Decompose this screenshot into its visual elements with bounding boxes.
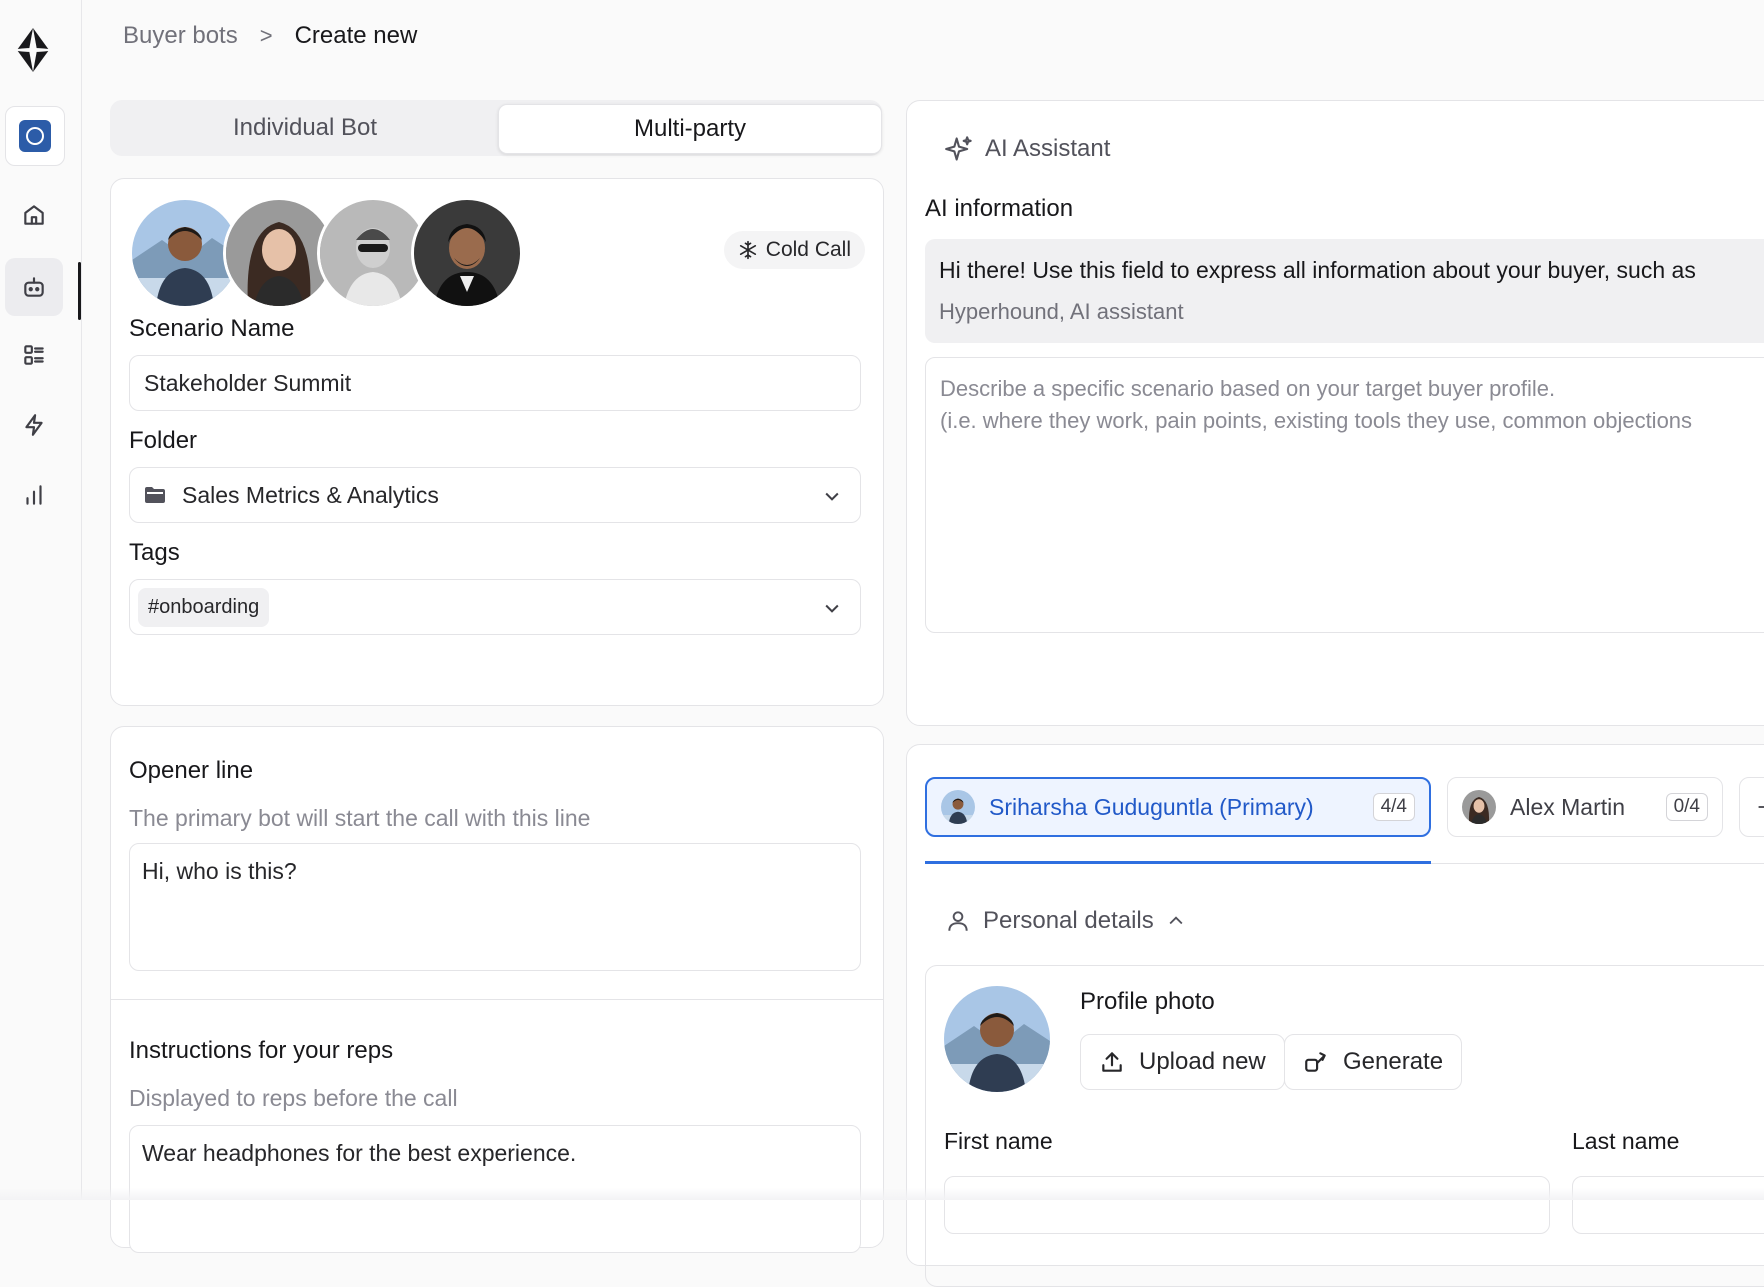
list-icon bbox=[24, 345, 44, 365]
chevron-up-icon bbox=[1169, 916, 1183, 925]
first-name-input[interactable] bbox=[944, 1176, 1550, 1234]
sidebar-item-flash[interactable] bbox=[5, 396, 63, 454]
bot-tab-name: Alex Martin bbox=[1510, 793, 1626, 820]
bot-tab-count: 4/4 bbox=[1372, 793, 1415, 821]
ai-information-label: AI information bbox=[925, 195, 1074, 222]
profile-photo bbox=[944, 986, 1050, 1092]
snowflake-icon bbox=[739, 240, 756, 260]
bot-tab-name: Sriharsha Guduguntla (Primary) bbox=[989, 793, 1314, 820]
last-name-input[interactable] bbox=[1572, 1176, 1764, 1234]
opener-card: Opener line The primary bot will start t… bbox=[110, 726, 884, 1253]
folder-label: Folder bbox=[129, 427, 198, 454]
tags-select[interactable]: #onboarding bbox=[129, 579, 861, 635]
upload-new-label: Upload new bbox=[1139, 1048, 1266, 1075]
mode-tabs: Individual Bot Multi-party bbox=[110, 100, 882, 156]
add-bot-button[interactable] bbox=[1739, 777, 1764, 837]
workspace-icon bbox=[19, 120, 51, 152]
tag-chip[interactable]: #onboarding bbox=[138, 587, 270, 627]
active-tab-underline bbox=[925, 861, 1431, 864]
logo-icon[interactable] bbox=[9, 26, 57, 74]
upload-icon bbox=[1102, 1052, 1122, 1072]
bot-tab-alex-martin[interactable]: Alex Martin 0/4 bbox=[1447, 777, 1723, 837]
generate-label: Generate bbox=[1343, 1048, 1444, 1075]
profile-photo-label: Profile photo bbox=[1080, 988, 1215, 1015]
bot-tab-count: 0/4 bbox=[1665, 793, 1708, 821]
breadcrumb-separator: > bbox=[259, 23, 273, 48]
opener-subtitle: The primary bot will start the call with… bbox=[129, 805, 591, 831]
bot-icon bbox=[24, 277, 44, 297]
chevron-down-icon bbox=[825, 492, 839, 501]
breadcrumb-parent[interactable]: Buyer bots bbox=[123, 22, 238, 50]
cold-call-badge[interactable]: Cold Call bbox=[723, 231, 865, 269]
personal-details-title: Personal details bbox=[983, 907, 1154, 934]
tags-label: Tags bbox=[129, 539, 180, 566]
avatar bbox=[941, 790, 975, 824]
placeholder-line-2: (i.e. where they work, pain points, exis… bbox=[940, 408, 1693, 433]
sidebar bbox=[0, 0, 82, 1200]
workspace-switcher[interactable] bbox=[5, 106, 65, 166]
plus-icon bbox=[1758, 806, 1764, 808]
sparkle-icon bbox=[945, 136, 972, 161]
personal-details-toggle[interactable]: Personal details bbox=[945, 907, 1186, 935]
lightning-icon bbox=[25, 414, 43, 436]
scenario-name-value: Stakeholder Summit bbox=[144, 369, 352, 396]
scenario-description-textarea[interactable]: Describe a specific scenario based on yo… bbox=[925, 357, 1764, 633]
bot-tab-primary[interactable]: Sriharsha Guduguntla (Primary) 4/4 bbox=[925, 777, 1431, 837]
sidebar-item-home[interactable] bbox=[5, 186, 63, 244]
generate-icon bbox=[1305, 1052, 1326, 1072]
folder-icon bbox=[145, 487, 165, 503]
upload-new-button[interactable]: Upload new bbox=[1080, 1034, 1285, 1090]
home-icon bbox=[24, 205, 44, 225]
scenario-card: Cold Call Scenario Name Stakeholder Summ… bbox=[110, 178, 884, 706]
user-icon bbox=[948, 911, 968, 931]
instructions-value: Wear headphones for the best experience. bbox=[142, 1140, 577, 1166]
generate-button[interactable]: Generate bbox=[1284, 1034, 1463, 1090]
tab-individual-bot[interactable]: Individual Bot bbox=[114, 104, 496, 152]
last-name-label: Last name bbox=[1572, 1128, 1680, 1154]
sidebar-item-analytics[interactable] bbox=[5, 466, 63, 524]
placeholder-line-1: Describe a specific scenario based on yo… bbox=[940, 376, 1556, 401]
divider bbox=[111, 999, 883, 1000]
avatar bbox=[411, 197, 523, 309]
sidebar-item-lists[interactable] bbox=[5, 326, 63, 384]
folder-value: Sales Metrics & Analytics bbox=[182, 481, 439, 508]
ai-assistant-card: AI Assistant AI information Hi there! Us… bbox=[906, 100, 1764, 726]
ai-message-author: Hyperhound, AI assistant bbox=[939, 299, 1184, 324]
first-name-label: First name bbox=[944, 1128, 1053, 1154]
scenario-name-label: Scenario Name bbox=[129, 315, 295, 342]
profile-section: Profile photo Upload new Generate First … bbox=[925, 965, 1764, 1287]
chevron-down-icon bbox=[825, 604, 839, 613]
ai-assistant-header: AI Assistant bbox=[945, 135, 1110, 163]
opener-textarea[interactable]: Hi, who is this? bbox=[129, 843, 861, 971]
active-indicator bbox=[78, 262, 81, 320]
ai-message-box: Hi there! Use this field to express all … bbox=[925, 239, 1764, 343]
instructions-title: Instructions for your reps bbox=[129, 1037, 394, 1064]
cold-call-label: Cold Call bbox=[765, 238, 851, 261]
bottom-fade bbox=[0, 1188, 1764, 1200]
ai-message: Hi there! Use this field to express all … bbox=[939, 257, 1696, 283]
opener-value: Hi, who is this? bbox=[142, 858, 297, 884]
breadcrumb-current: Create new bbox=[294, 22, 418, 49]
bot-avatars bbox=[129, 197, 529, 309]
ai-assistant-title: AI Assistant bbox=[985, 135, 1111, 162]
instructions-subtitle: Displayed to reps before the call bbox=[129, 1085, 458, 1111]
bar-chart-icon bbox=[26, 485, 42, 505]
avatar bbox=[1462, 790, 1496, 824]
tab-multi-party[interactable]: Multi-party bbox=[498, 104, 882, 154]
opener-title: Opener line bbox=[129, 757, 254, 784]
sidebar-item-bots[interactable] bbox=[5, 258, 63, 316]
scenario-name-input[interactable]: Stakeholder Summit bbox=[129, 355, 861, 411]
breadcrumb: Buyer bots > Create new bbox=[123, 22, 417, 50]
folder-select[interactable]: Sales Metrics & Analytics bbox=[129, 467, 861, 523]
